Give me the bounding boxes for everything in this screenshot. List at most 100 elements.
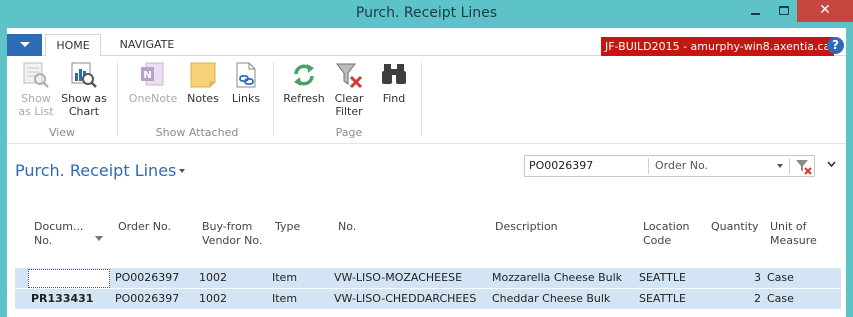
header-line: Code <box>643 234 672 247</box>
ribbon-tab-strip: HOME NAVIGATE JF-BUILD2015 - amurphy-win… <box>7 31 846 57</box>
notes-button[interactable]: Notes <box>183 60 223 105</box>
application-menu-button[interactable] <box>7 34 42 56</box>
header-line: Vendor No. <box>202 234 263 247</box>
cell-location[interactable]: SEATTLE <box>639 268 686 288</box>
cell-order-no[interactable]: PO0026397 <box>115 268 179 288</box>
binoculars-icon <box>379 60 409 90</box>
refresh-label: Refresh <box>283 92 325 105</box>
links-button[interactable]: Links <box>226 60 266 105</box>
ribbon-divider <box>117 62 118 136</box>
maximize-button[interactable] <box>770 0 798 22</box>
minimize-icon <box>751 13 760 15</box>
header-line: Type <box>275 220 301 233</box>
ribbon-divider <box>273 62 274 136</box>
close-button[interactable]: ✕ <box>797 0 853 22</box>
minimize-button[interactable] <box>741 0 769 22</box>
links-label: Links <box>231 92 261 105</box>
onenote-button[interactable]: N OneNote <box>125 60 181 105</box>
window-title: Purch. Receipt Lines <box>355 5 498 21</box>
column-header-order-no[interactable]: Order No. <box>118 220 171 234</box>
notes-label: Notes <box>187 92 219 105</box>
collapse-chevron-icon[interactable] <box>827 159 836 168</box>
show-as-list-label2: as List <box>18 105 54 118</box>
column-header-quantity[interactable]: Quantity <box>711 220 759 234</box>
chart-icon <box>69 60 99 90</box>
show-as-chart-label2: Chart <box>68 105 100 118</box>
svg-text:N: N <box>143 70 151 81</box>
search-divider <box>648 158 649 174</box>
ribbon-divider <box>421 62 422 136</box>
show-as-list-button[interactable]: Show as List <box>16 60 56 118</box>
table-row[interactable]: PO0026397 1002 Item VW-LISO-MOZACHEESE M… <box>15 268 841 288</box>
cell-no[interactable]: VW-LISO-CHEDDARCHEES <box>334 289 476 309</box>
clear-filter-icon[interactable] <box>793 157 813 175</box>
find-label: Find <box>382 92 406 105</box>
cell-vendor-no[interactable]: 1002 <box>199 289 227 309</box>
column-header-unit-of-measure[interactable]: Unit of Measure <box>770 220 817 248</box>
clear-filter-label2: Filter <box>335 105 363 118</box>
search-field-select[interactable]: Order No. <box>655 156 708 176</box>
column-header-description[interactable]: Description <box>495 220 558 234</box>
filter-search-box: PO0026397 Order No. <box>524 155 815 177</box>
help-icon[interactable]: ? <box>827 37 844 54</box>
column-header-no[interactable]: No. <box>338 220 356 234</box>
find-button[interactable]: Find <box>374 60 414 105</box>
search-input[interactable]: PO0026397 <box>529 156 593 176</box>
server-badge: JF-BUILD2015 - amurphy-win8.axentia.ca <box>601 37 835 56</box>
clear-filter-label1: Clear <box>334 92 364 105</box>
caret-down-icon <box>20 42 30 47</box>
refresh-icon <box>289 60 319 90</box>
table-row[interactable]: PR133431 PO0026397 1002 Item VW-LISO-CHE… <box>15 289 841 309</box>
column-header-location-code[interactable]: Location Code <box>643 220 690 248</box>
tab-home[interactable]: HOME <box>45 34 101 57</box>
cell-description[interactable]: Cheddar Cheese Bulk <box>492 289 610 309</box>
search-divider <box>789 158 790 174</box>
cell-location[interactable]: SEATTLE <box>639 289 686 309</box>
notes-icon <box>188 60 218 90</box>
cell-type[interactable]: Item <box>272 268 297 288</box>
ribbon: Show as List Show as Chart View N OneNot… <box>7 56 846 144</box>
cell-quantity[interactable]: 2 <box>715 289 761 309</box>
onenote-label: OneNote <box>128 92 178 105</box>
page-title-dropdown-icon[interactable] <box>179 169 185 173</box>
header-line: No. <box>338 220 357 233</box>
clear-filter-button[interactable]: Clear Filter <box>329 60 369 118</box>
cell-document-no[interactable]: PR133431 <box>31 289 93 309</box>
tab-navigate[interactable]: NAVIGATE <box>107 34 187 56</box>
group-label-show-attached: Show Attached <box>155 126 239 139</box>
group-label-page: Page <box>335 126 363 139</box>
links-icon <box>231 60 261 90</box>
header-line: Order No. <box>118 220 172 233</box>
header-line: Docum... <box>34 220 84 233</box>
refresh-button[interactable]: Refresh <box>281 60 327 105</box>
close-icon: ✕ <box>819 2 831 18</box>
sort-descending-icon[interactable] <box>95 236 103 241</box>
show-as-chart-label1: Show as <box>61 92 107 105</box>
cell-type[interactable]: Item <box>272 289 297 309</box>
cell-vendor-no[interactable]: 1002 <box>199 268 227 288</box>
cell-order-no[interactable]: PO0026397 <box>115 289 179 309</box>
cell-description[interactable]: Mozzarella Cheese Bulk <box>492 268 622 288</box>
list-icon <box>21 60 51 90</box>
group-label-view: View <box>48 126 76 139</box>
header-line: Location <box>643 220 690 233</box>
show-as-list-label1: Show <box>21 92 51 105</box>
header-line: Quantity <box>711 220 759 233</box>
title-bar: Purch. Receipt Lines ✕ <box>0 0 853 28</box>
window-body: HOME NAVIGATE JF-BUILD2015 - amurphy-win… <box>7 28 846 317</box>
chevron-down-icon[interactable] <box>777 164 783 168</box>
header-line: Buy-from <box>202 220 253 233</box>
show-as-chart-button[interactable]: Show as Chart <box>60 60 108 118</box>
column-header-vendor-no[interactable]: Buy-from Vendor No. <box>202 220 262 248</box>
column-header-document-no[interactable]: Docum... No. <box>34 220 83 248</box>
header-line: No. <box>34 234 53 247</box>
cell-unit-of-measure[interactable]: Case <box>767 289 794 309</box>
cell-quantity[interactable]: 3 <box>715 268 761 288</box>
column-header-type[interactable]: Type <box>275 220 300 234</box>
cell-unit-of-measure[interactable]: Case <box>767 268 794 288</box>
header-line: Measure <box>770 234 817 247</box>
cell-no[interactable]: VW-LISO-MOZACHEESE <box>334 268 462 288</box>
clear-filter-icon <box>334 60 364 90</box>
page-title[interactable]: Purch. Receipt Lines <box>15 161 176 180</box>
document-no-cell-focused[interactable] <box>28 269 110 288</box>
